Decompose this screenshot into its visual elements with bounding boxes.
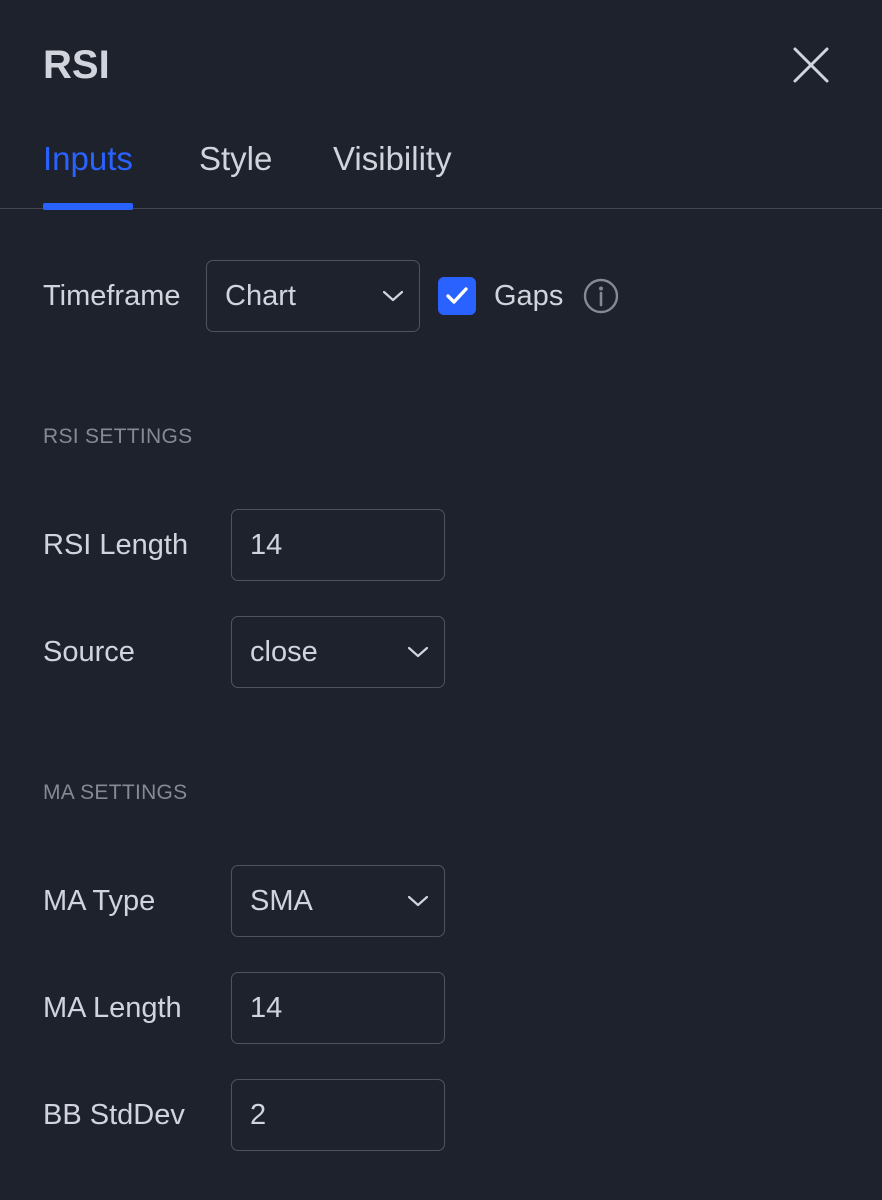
source-value: close [250, 635, 318, 668]
rsi-length-input[interactable]: 14 [231, 509, 445, 581]
gaps-label[interactable]: Gaps [494, 278, 563, 314]
tab-visibility[interactable]: Visibility [333, 138, 452, 209]
info-icon [583, 278, 619, 314]
tab-style[interactable]: Style [199, 138, 272, 209]
source-select[interactable]: close [231, 616, 445, 688]
chevron-down-icon [367, 290, 419, 302]
check-icon [446, 287, 468, 304]
bb-stddev-value: 2 [250, 1098, 267, 1131]
timeframe-value: Chart [225, 279, 296, 312]
ma-length-label: MA Length [43, 992, 182, 1024]
tab-bar: Inputs Style Visibility [0, 130, 882, 210]
ma-type-value: SMA [250, 884, 313, 917]
ma-length-value: 14 [250, 991, 283, 1024]
dialog-title: RSI [43, 43, 110, 87]
ma-settings-heading: MA SETTINGS [43, 781, 188, 804]
rsi-length-value: 14 [250, 528, 283, 561]
tab-inputs[interactable]: Inputs [43, 138, 133, 210]
gaps-checkbox[interactable] [438, 277, 476, 315]
ma-length-input[interactable]: 14 [231, 972, 445, 1044]
rsi-length-label: RSI Length [43, 529, 189, 561]
close-icon [793, 47, 829, 83]
timeframe-label: Timeframe [43, 280, 181, 312]
bb-stddev-input[interactable]: 2 [231, 1079, 445, 1151]
chevron-down-icon [392, 895, 444, 907]
chevron-down-icon [392, 646, 444, 658]
timeframe-select[interactable]: Chart [206, 260, 420, 332]
info-button[interactable] [583, 278, 619, 314]
ma-type-label: MA Type [43, 885, 156, 917]
bb-stddev-label: BB StdDev [43, 1099, 185, 1131]
close-button[interactable] [788, 42, 834, 88]
ma-type-select[interactable]: SMA [231, 865, 445, 937]
rsi-settings-heading: RSI SETTINGS [43, 425, 193, 448]
source-label: Source [43, 636, 135, 668]
